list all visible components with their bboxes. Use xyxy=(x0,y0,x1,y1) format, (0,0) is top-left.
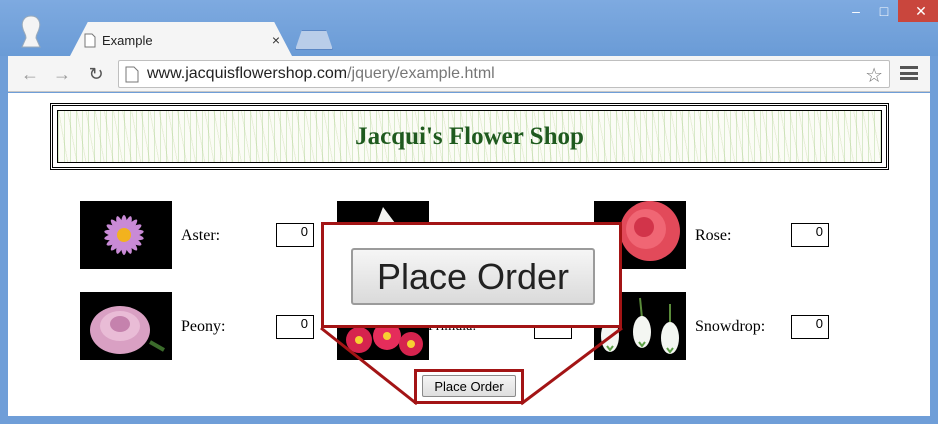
close-window-button[interactable]: ✕ xyxy=(898,0,938,22)
page-icon xyxy=(125,66,139,82)
tab-close-icon[interactable]: × xyxy=(272,32,280,48)
zoom-callout: Place Order xyxy=(321,222,622,328)
menu-icon[interactable] xyxy=(900,64,918,82)
browser-window: Example × – □ ✕ ← → ↻ www.jacquisflowers… xyxy=(0,0,938,424)
bookmark-star-icon[interactable]: ☆ xyxy=(865,63,883,88)
page-content: Jacqui's Flower Shop Aster: 0 Peony: 0 R… xyxy=(8,93,930,416)
browser-tab-content[interactable]: Example × xyxy=(84,25,284,55)
maximize-button[interactable]: □ xyxy=(870,0,898,22)
back-arrow-icon[interactable]: ← xyxy=(18,62,42,86)
page-icon xyxy=(84,33,96,47)
url-path: /jquery/example.html xyxy=(347,65,495,82)
tab-title: Example xyxy=(102,32,153,48)
user-profile-icon[interactable] xyxy=(18,14,44,48)
highlight-box xyxy=(414,369,524,404)
reload-icon[interactable]: ↻ xyxy=(84,62,108,86)
zoomed-place-order-button: Place Order xyxy=(351,248,595,305)
forward-arrow-icon[interactable]: → xyxy=(50,62,74,86)
minimize-button[interactable]: – xyxy=(842,0,870,22)
address-bar[interactable]: www.jacquisflowershop.com/jquery/example… xyxy=(118,60,890,88)
url-host: www.jacquisflowershop.com xyxy=(147,65,348,82)
